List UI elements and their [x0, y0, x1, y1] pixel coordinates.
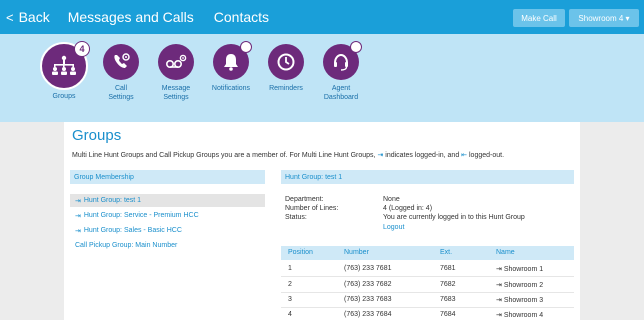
hunt-group-detail-header: Hunt Group: test 1 — [281, 170, 574, 184]
group-item[interactable]: ⇥ Hunt Group: Service - Premium HCC — [70, 209, 265, 222]
bell-icon — [213, 41, 252, 80]
external-link-icon — [350, 41, 362, 53]
check-icon — [240, 41, 252, 53]
tile-groups[interactable]: 4 Groups — [34, 41, 94, 101]
groups-count-badge: 4 — [74, 41, 90, 57]
group-item[interactable]: Call Pickup Group: Main Number — [70, 239, 265, 252]
department-label: Department: — [285, 196, 324, 203]
logged-in-icon: ⇥ — [496, 297, 504, 304]
showroom-dropdown[interactable]: Showroom 4 ▾ — [569, 9, 639, 27]
cell-ext: 7682 — [440, 281, 456, 288]
row-divider — [281, 307, 574, 308]
col-name: Name — [496, 249, 515, 256]
phone-settings-icon — [103, 44, 139, 80]
tile-label: Call Settings — [108, 85, 134, 101]
page-title: Groups — [72, 127, 122, 144]
group-membership-header: Group Membership — [70, 170, 265, 184]
row-divider — [281, 292, 574, 293]
row-divider — [281, 276, 574, 277]
logged-in-icon: ⇥ — [496, 282, 504, 289]
logged-in-icon: ⇥ — [75, 212, 81, 220]
group-icon: 4 — [40, 41, 90, 90]
cell-name: ⇥ Showroom 4 — [496, 312, 544, 319]
chevron-left-icon: < — [6, 9, 14, 25]
feature-icon-bar: 4 Groups CallSettings MessageSettings — [0, 34, 644, 122]
col-position: Position — [288, 249, 313, 256]
tile-label: Notifications — [211, 85, 251, 92]
group-item[interactable]: ⇥ Hunt Group: Sales - Basic HCC — [70, 224, 265, 237]
cell-number: (763) 233 7684 — [344, 311, 392, 318]
department-value: None — [383, 196, 400, 203]
logged-in-icon: ⇥ — [75, 227, 81, 235]
headset-icon — [323, 41, 362, 80]
nav-contacts[interactable]: Contacts — [214, 9, 269, 25]
tile-label: Groups — [52, 93, 76, 100]
cell-name: ⇥ Showroom 3 — [496, 297, 544, 304]
members-table-header — [281, 246, 574, 260]
logged-out-icon: ⇤ — [461, 152, 468, 159]
tile-call-settings[interactable]: Call Settings — [91, 44, 151, 102]
logged-in-icon: ⇥ — [75, 197, 81, 205]
voicemail-settings-icon — [158, 44, 194, 80]
tile-message-settings[interactable]: Message Settings — [146, 44, 206, 102]
clock-icon — [268, 44, 304, 80]
lines-label: Number of Lines: — [285, 205, 339, 212]
page-description: Multi Line Hunt Groups and Call Pickup G… — [72, 152, 505, 159]
cell-position: 2 — [288, 281, 292, 288]
cell-ext: 7681 — [440, 265, 456, 272]
cell-name: ⇥ Showroom 1 — [496, 266, 544, 273]
cell-ext: 7684 — [440, 311, 456, 318]
tile-label: Message Settings — [161, 85, 191, 101]
cell-number: (763) 233 7683 — [344, 296, 392, 303]
group-item[interactable]: ⇥ Hunt Group: test 1 — [70, 194, 265, 207]
back-label: Back — [18, 9, 50, 25]
logout-link[interactable]: Logout — [383, 224, 404, 231]
lines-value: 4 (Logged in: 4) — [383, 205, 433, 212]
tile-notifications[interactable]: Notifications — [201, 41, 261, 93]
make-call-button[interactable]: Make Call — [513, 9, 565, 27]
cell-ext: 7683 — [440, 296, 456, 303]
logged-in-icon: ⇥ — [377, 152, 384, 159]
cell-position: 4 — [288, 311, 292, 318]
cell-number: (763) 233 7682 — [344, 281, 392, 288]
col-number: Number — [344, 249, 369, 256]
cell-number: (763) 233 7681 — [344, 265, 392, 272]
back-button[interactable]: < Back — [6, 9, 50, 25]
tile-reminders[interactable]: Reminders — [256, 44, 316, 93]
status-label: Status: — [285, 214, 307, 221]
tile-agent-dashboard[interactable]: Agent Dashboard — [311, 41, 371, 102]
logged-in-icon: ⇥ — [496, 266, 504, 273]
tile-label: Agent Dashboard — [323, 85, 359, 101]
status-value: You are currently logged in to this Hunt… — [383, 214, 525, 221]
col-ext: Ext. — [440, 249, 453, 256]
cell-name: ⇥ Showroom 2 — [496, 282, 544, 289]
cell-position: 3 — [288, 296, 292, 303]
logged-in-icon: ⇥ — [496, 312, 504, 319]
tile-label: Reminders — [269, 85, 303, 92]
nav-messages-and-calls[interactable]: Messages and Calls — [68, 9, 194, 25]
cell-position: 1 — [288, 265, 292, 272]
